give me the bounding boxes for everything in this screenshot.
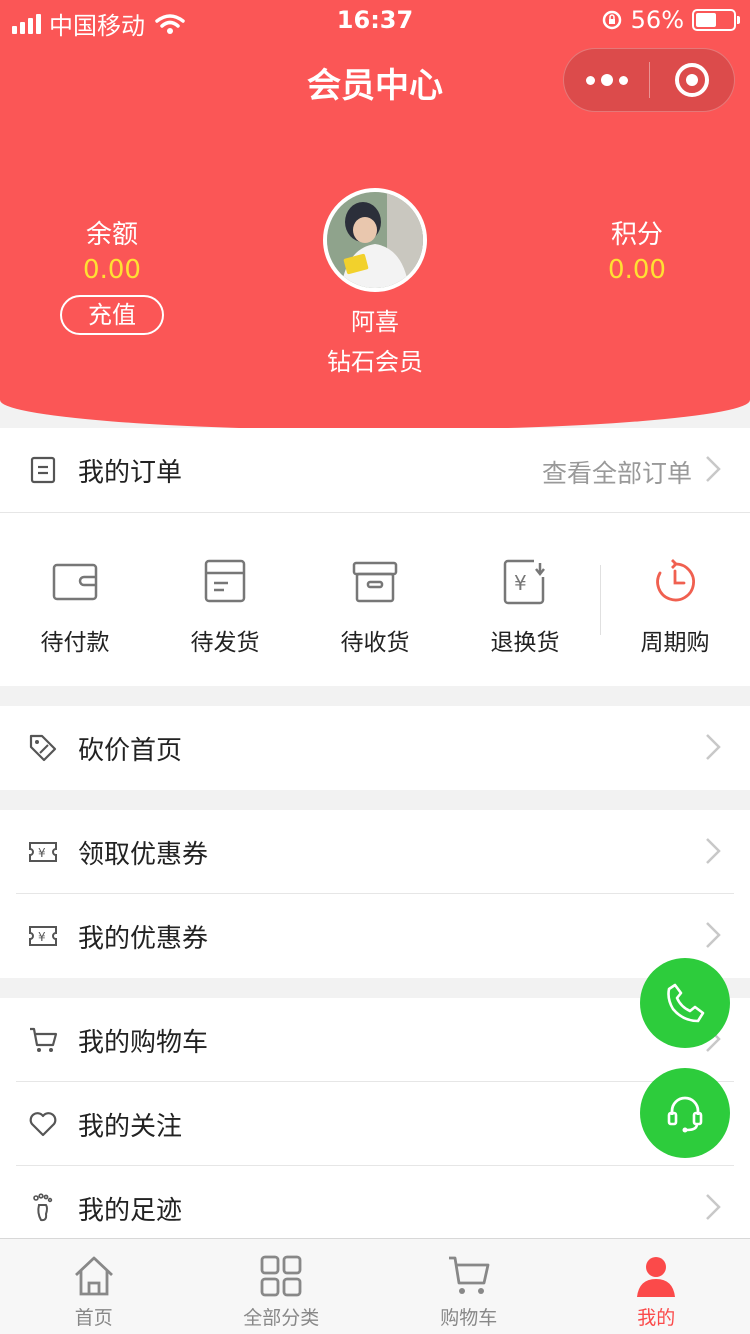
avatar[interactable] <box>323 188 427 292</box>
chevron-right-icon <box>706 734 721 760</box>
svg-text:¥: ¥ <box>38 846 46 860</box>
miniprogram-capsule <box>563 48 735 112</box>
my-orders-row[interactable]: 我的订单 查看全部订单 <box>0 428 750 512</box>
order-list-icon <box>28 455 58 485</box>
order-item-pending-payment[interactable]: 待付款 <box>0 513 150 684</box>
phone-call-button[interactable] <box>640 958 730 1048</box>
tab-cart[interactable]: 购物车 <box>375 1239 563 1334</box>
bargain-row[interactable]: 砍价首页 <box>0 706 750 790</box>
svg-text:¥: ¥ <box>514 571 527 595</box>
order-divider <box>600 565 601 635</box>
grid-icon <box>260 1255 302 1297</box>
status-bar: 中国移动 16:37 56% <box>0 0 750 40</box>
order-item-subscription[interactable]: 周期购 <box>600 513 750 684</box>
follow-row[interactable]: 我的关注 <box>0 1082 750 1166</box>
view-all-orders-link[interactable]: 查看全部订单 <box>542 454 692 490</box>
tab-label: 我的 <box>637 1307 676 1329</box>
my-coupon-row[interactable]: ¥ 我的优惠券 <box>0 894 750 978</box>
user-level: 钻石会员 <box>327 348 423 376</box>
package-icon <box>204 559 246 603</box>
tab-home[interactable]: 首页 <box>0 1239 188 1334</box>
chevron-right-icon <box>706 456 721 482</box>
order-status-grid: 待付款 待发货 待收货 ¥ 退换货 周期购 <box>0 512 750 684</box>
bottom-tab-bar: 首页 全部分类 购物车 我的 <box>0 1238 750 1334</box>
order-item-label: 周期购 <box>640 630 710 656</box>
footprint-icon <box>28 1193 58 1223</box>
battery-icon <box>692 9 740 31</box>
tab-categories[interactable]: 全部分类 <box>188 1239 376 1334</box>
svg-text:¥: ¥ <box>38 930 46 944</box>
rotation-lock-icon <box>602 10 621 30</box>
order-item-label: 退换货 <box>490 630 560 656</box>
balance-label: 余额 <box>85 220 138 250</box>
order-item-pending-receipt[interactable]: 待收货 <box>300 513 450 684</box>
coupon-icon: ¥ <box>28 921 58 951</box>
cart-icon <box>448 1256 490 1294</box>
orders-card: 我的订单 查看全部订单 待付款 待发货 待收货 ¥ 退换货 周期购 <box>0 428 750 686</box>
clock-cycle-icon <box>656 559 695 602</box>
member-header: 中国移动 16:37 56% 会员中心 余额 0.00 充值 积分 0.00 阿… <box>0 0 750 430</box>
get-coupon-row[interactable]: ¥ 领取优惠券 <box>0 810 750 894</box>
points-value: 0.00 <box>608 255 666 285</box>
coupon-icon: ¥ <box>28 837 58 867</box>
chevron-right-icon <box>706 838 721 864</box>
avatar-image <box>327 192 423 288</box>
coupon-card: ¥ 领取优惠券 ¥ 我的优惠券 <box>0 810 750 978</box>
phone-icon <box>667 983 705 1023</box>
box-icon <box>352 561 398 603</box>
bargain-label: 砍价首页 <box>78 735 183 766</box>
user-name: 阿喜 <box>351 308 399 336</box>
refund-icon: ¥ <box>503 559 545 605</box>
status-right: 56% <box>601 6 740 34</box>
follow-label: 我的关注 <box>78 1111 183 1142</box>
tab-label: 全部分类 <box>243 1307 320 1329</box>
price-tag-icon <box>28 733 58 763</box>
bargain-card: 砍价首页 <box>0 706 750 790</box>
chevron-right-icon <box>706 922 721 948</box>
order-item-label: 待付款 <box>40 630 110 656</box>
close-miniprogram-button[interactable] <box>650 63 734 97</box>
tab-label: 购物车 <box>440 1307 498 1329</box>
misc-card: 我的购物车 我的关注 我的足迹 <box>0 998 750 1238</box>
chevron-right-icon <box>706 1194 721 1220</box>
cart-label: 我的购物车 <box>78 1027 209 1058</box>
target-icon <box>674 63 709 97</box>
headset-icon <box>667 1096 703 1133</box>
more-icon[interactable] <box>564 74 649 86</box>
order-item-refund[interactable]: ¥ 退换货 <box>450 513 600 684</box>
get-coupon-label: 领取优惠券 <box>78 839 209 870</box>
my-orders-label: 我的订单 <box>78 457 183 488</box>
order-item-label: 待收货 <box>340 630 410 656</box>
heart-icon <box>28 1109 58 1139</box>
customer-service-button[interactable] <box>640 1068 730 1158</box>
wallet-icon <box>52 563 98 601</box>
points-label: 积分 <box>610 220 663 250</box>
home-icon <box>74 1256 113 1296</box>
balance-value: 0.00 <box>83 255 141 285</box>
tab-mine[interactable]: 我的 <box>563 1239 750 1334</box>
battery-text: 56% <box>630 6 684 34</box>
order-item-label: 待发货 <box>190 630 260 656</box>
tab-label: 首页 <box>74 1307 113 1329</box>
cart-icon <box>28 1025 58 1055</box>
my-coupon-label: 我的优惠券 <box>78 923 209 954</box>
user-icon <box>637 1257 676 1297</box>
footprint-label: 我的足迹 <box>78 1195 183 1226</box>
cart-row[interactable]: 我的购物车 <box>0 998 750 1082</box>
order-item-pending-shipment[interactable]: 待发货 <box>150 513 300 684</box>
points-block: 积分 0.00 <box>557 214 717 285</box>
